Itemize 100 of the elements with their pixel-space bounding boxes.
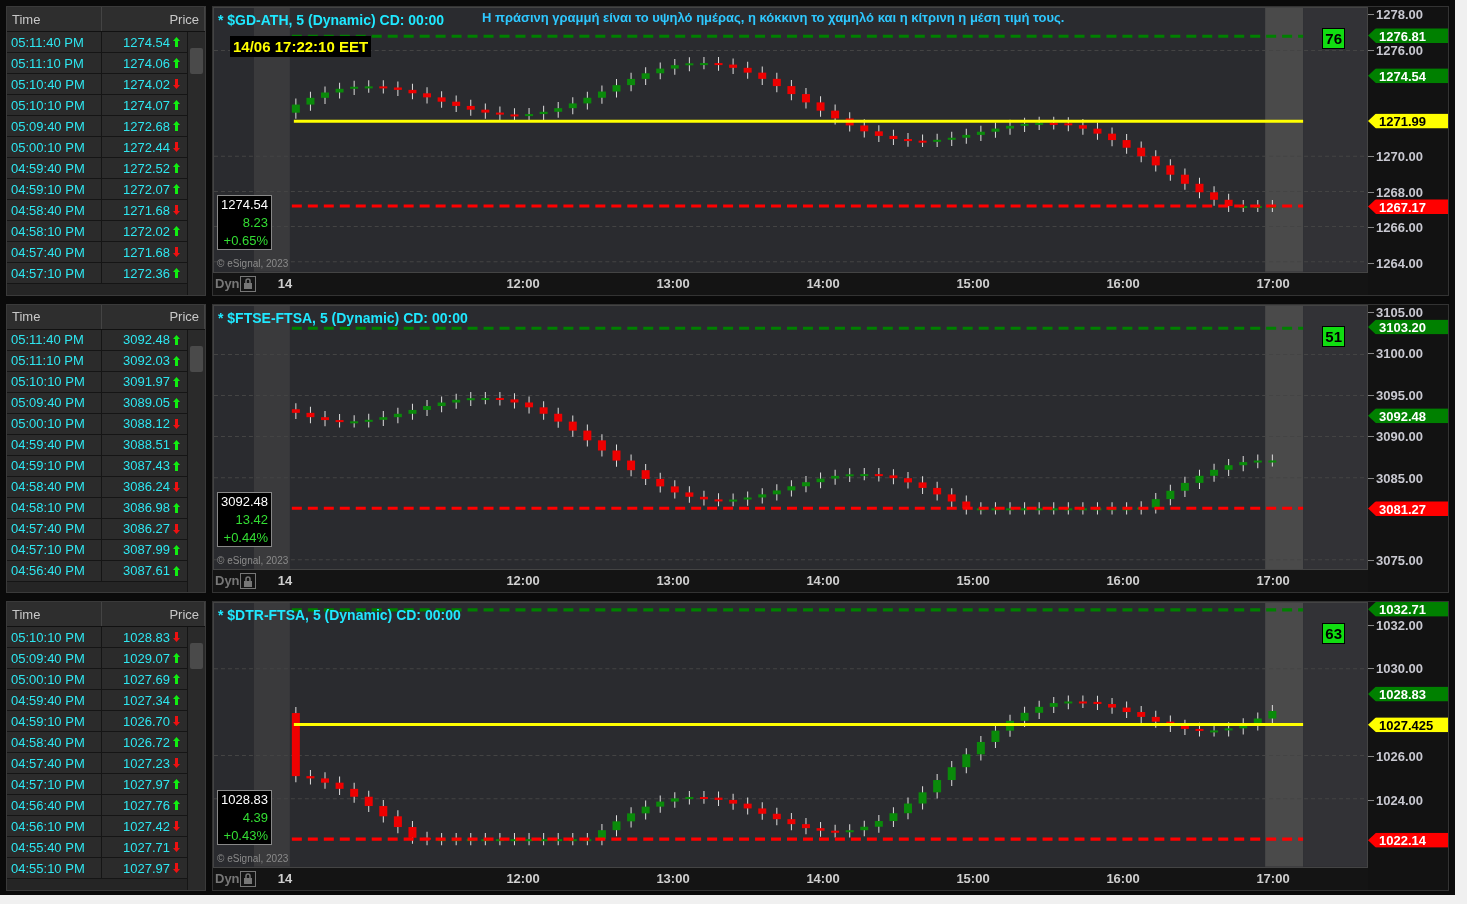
time-cell: 05:09:40 PM (7, 116, 102, 136)
time-axis-label: 17:00 (1256, 573, 1290, 589)
price-cell-text: 1026.72 (122, 733, 171, 752)
mode-label[interactable]: Dyn (215, 275, 240, 291)
time-cell: 04:59:40 PM (7, 690, 102, 711)
time-cell: 04:57:40 PM (7, 242, 102, 262)
time-cell: 05:00:10 PM (7, 137, 102, 157)
axis-label: 1266.00 (1376, 219, 1423, 235)
axis-label: 1024.00 (1376, 792, 1423, 808)
price-cell-text: 1027.97 (122, 859, 171, 878)
time-cell: 04:57:10 PM (7, 539, 102, 560)
axis-label: 1030.00 (1376, 661, 1423, 676)
axis-label: 1026.00 (1376, 748, 1423, 764)
time-axis-label: 17:00 (1256, 275, 1290, 291)
column-header[interactable]: Time (7, 7, 102, 31)
axis-label: 3075.00 (1376, 552, 1423, 568)
price-cell-text: 1274.54 (122, 33, 171, 52)
price-cell-text: 3088.12 (122, 415, 171, 434)
time-axis-label: 15:00 (956, 275, 990, 291)
price-cell-text: 1271.68 (122, 243, 171, 262)
chart-note: Η πράσινη γραμμή είναι το υψηλό ημέρας, η κόκκινη το χαμηλό και η κίτρινη η μέση τιμή τους. (482, 10, 1065, 25)
price-cell-text: 1027.97 (122, 775, 171, 794)
time-axis-label: 14:00 (806, 275, 840, 291)
price-change: 8.23 (242, 214, 268, 230)
column-header[interactable]: Price (102, 304, 205, 329)
price-tag: 1267.17 (1368, 199, 1448, 214)
time-cell: 05:10:10 PM (7, 95, 102, 115)
time-axis-label: 14 (277, 871, 293, 886)
score-badge: 51 (1322, 325, 1345, 347)
percent-change: +0.65% (223, 232, 268, 248)
time-cell: 04:58:40 PM (7, 732, 102, 753)
price-cell-text: 1274.02 (122, 75, 171, 94)
column-header[interactable]: Price (102, 7, 205, 31)
time-cell: 05:10:10 PM (7, 627, 102, 648)
last-price: 1028.83 (221, 792, 268, 807)
column-header[interactable]: Time (7, 602, 102, 627)
time-cell: 04:58:40 PM (7, 200, 102, 220)
price-tag: 1027.425 (1368, 717, 1448, 733)
column-header[interactable]: Time (7, 304, 102, 329)
price-cell-text: 3087.61 (122, 562, 171, 581)
column-header[interactable]: Price (102, 602, 205, 627)
price-cell-text: 3086.98 (122, 499, 171, 518)
axis-label: 3105.00 (1376, 304, 1423, 320)
time-cell: 05:11:40 PM (7, 32, 102, 52)
time-cell: 05:11:10 PM (7, 53, 102, 73)
axis-label: 1276.00 (1376, 42, 1423, 58)
price-tag: 1274.54 (1368, 68, 1448, 84)
time-cell: 05:10:10 PM (7, 371, 102, 392)
price-cell-text: 3088.51 (122, 436, 171, 455)
price-cell-text: 1272.68 (122, 117, 171, 136)
time-cell: 05:09:40 PM (7, 392, 102, 413)
price-cell-text: 1028.83 (122, 628, 171, 647)
last-price: 1274.54 (221, 196, 268, 212)
time-cell: 04:57:40 PM (7, 518, 102, 539)
price-tag: 1271.99 (1368, 113, 1448, 129)
axis-label: 1264.00 (1376, 255, 1423, 271)
price-cell-text: 1027.76 (122, 796, 171, 815)
time-cell: 05:10:40 PM (7, 74, 102, 94)
copyright-text: © eSignal, 2023 (217, 853, 289, 864)
price-tag: 3081.27 (1368, 501, 1448, 516)
price-tag: 1276.81 (1368, 28, 1448, 44)
price-cell-text: 1274.07 (122, 96, 171, 115)
time-axis-label: 12:00 (506, 871, 540, 886)
time-cell: 04:57:10 PM (7, 774, 102, 795)
time-cell: 05:11:40 PM (7, 329, 102, 350)
time-axis-label: 14 (277, 275, 293, 291)
time-cell: 04:57:10 PM (7, 263, 102, 283)
price-cell-text: 3087.99 (122, 541, 171, 560)
price-cell-text: 3092.03 (122, 352, 171, 371)
time-axis-label: 13:00 (656, 573, 690, 589)
price-cell-text: 1029.07 (122, 649, 171, 668)
time-axis-label: 13:00 (656, 871, 690, 886)
last-price: 3092.48 (221, 494, 268, 510)
time-axis-label: 14:00 (806, 573, 840, 589)
price-cell-text: 1026.70 (122, 712, 171, 731)
price-tag: 1022.14 (1368, 832, 1448, 848)
percent-change: +0.44% (223, 530, 268, 546)
price-cell-text: 3086.24 (122, 478, 171, 497)
time-cell: 04:59:40 PM (7, 434, 102, 455)
time-cell: 04:59:40 PM (7, 158, 102, 178)
mode-label[interactable]: Dyn (215, 871, 240, 886)
time-cell: 05:00:10 PM (7, 669, 102, 690)
chart-title: * $FTSE-FTSA, 5 (Dynamic) CD: 00:00 (218, 309, 468, 326)
price-tag: 1028.83 (1368, 686, 1448, 702)
price-tag: 1032.71 (1368, 601, 1448, 617)
time-cell: 04:58:10 PM (7, 221, 102, 241)
time-cell: 04:58:10 PM (7, 497, 102, 518)
price-cell-text: 3089.05 (122, 394, 171, 413)
price-cell-text: 1272.52 (122, 159, 171, 178)
time-cell: 04:56:10 PM (7, 816, 102, 837)
time-axis-label: 15:00 (956, 573, 990, 589)
time-axis-label: 12:00 (506, 573, 540, 589)
time-cell: 04:59:10 PM (7, 711, 102, 732)
time-axis-label: 16:00 (1106, 871, 1140, 886)
price-cell-text: 1274.06 (122, 54, 171, 73)
axis-label: 1278.00 (1376, 6, 1423, 22)
price-cell-text: 3087.43 (122, 457, 171, 476)
time-axis-label: 16:00 (1106, 573, 1140, 589)
mode-label[interactable]: Dyn (215, 573, 240, 589)
axis-label: 1270.00 (1376, 148, 1423, 164)
